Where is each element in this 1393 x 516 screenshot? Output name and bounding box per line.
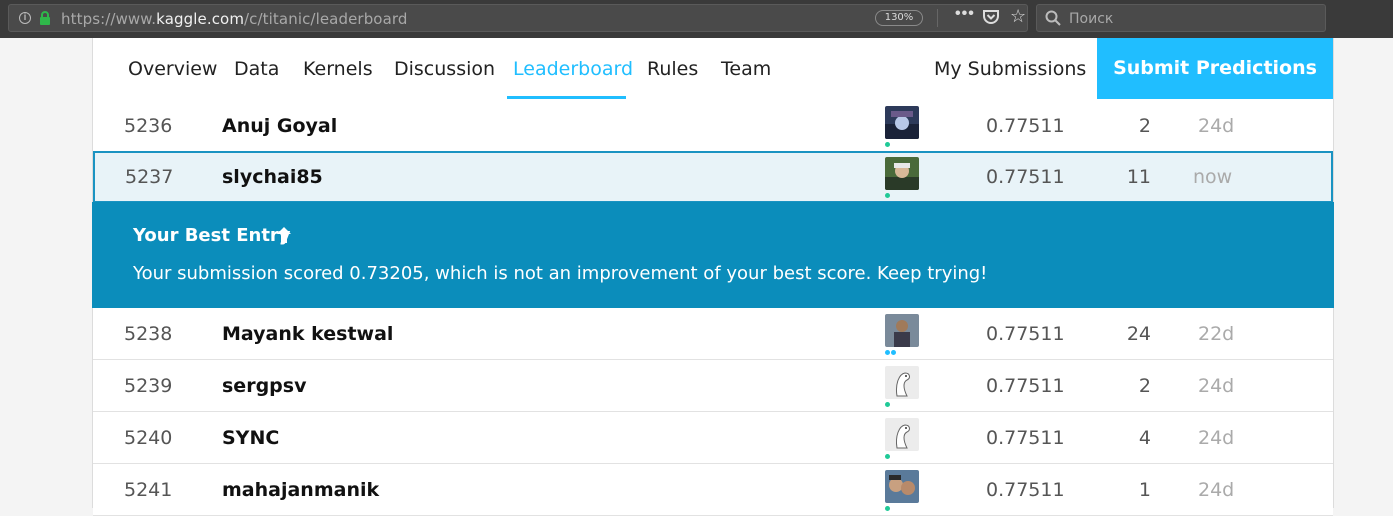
entries-count: 24 [1126,323,1151,345]
leaderboard-row[interactable]: 5239 sergpsv 0.77511 2 24d [93,360,1333,412]
search-icon [1045,10,1061,26]
score: 0.77511 [986,323,1065,345]
leaderboard-row[interactable]: 5241 mahajanmanik 0.77511 1 24d [93,464,1333,516]
leaderboard-row[interactable]: 5236 Anuj Goyal 0.77511 2 24d [93,100,1333,152]
search-placeholder: Поиск [1069,11,1114,27]
address-bar[interactable]: i https://www.kaggle.com/c/titanic/leade… [8,4,1028,32]
tab-overview[interactable]: Overview [128,58,217,80]
banner-message: Your submission scored 0.73205, which is… [133,263,988,284]
browser-toolbar: i https://www.kaggle.com/c/titanic/leade… [0,0,1393,38]
arrow-up-icon [277,227,291,243]
avatar[interactable] [885,106,919,139]
score: 0.77511 [986,115,1065,137]
entries-count: 1 [1138,479,1151,501]
zoom-level-badge[interactable]: 130% [875,10,923,26]
avatar[interactable] [885,314,919,347]
rank: 5240 [124,427,173,449]
entries-count: 2 [1138,375,1151,397]
leaderboard-row[interactable]: 5240 SYNC 0.77511 4 24d [93,412,1333,464]
team-name[interactable]: sergpsv [222,375,306,397]
rank: 5238 [124,323,173,345]
score: 0.77511 [986,427,1065,449]
entries-count: 11 [1126,166,1151,188]
my-submissions-link[interactable]: My Submissions [934,58,1086,80]
url-path: /c/titanic/leaderboard [244,10,408,28]
toolbar-separator [937,9,938,27]
tier-indicator [885,193,890,198]
competition-nav: Overview Data Kernels Discussion Leaderb… [93,38,1333,101]
competition-page: Overview Data Kernels Discussion Leaderb… [92,38,1334,516]
tab-data[interactable]: Data [234,58,279,80]
leaderboard-row[interactable]: 5238 Mayank kestwal 0.77511 24 22d [93,308,1333,360]
rank: 5239 [124,375,173,397]
tier-indicator [885,350,890,355]
team-name[interactable]: Mayank kestwal [222,323,393,345]
last-submission: 22d [1198,323,1235,345]
team-name[interactable]: Anuj Goyal [222,115,337,137]
lock-icon [40,11,50,25]
rank: 5241 [124,479,173,501]
rank: 5237 [125,166,174,188]
tab-discussion[interactable]: Discussion [394,58,495,80]
last-submission: 24d [1198,115,1235,137]
avatar[interactable] [885,157,919,190]
tab-kernels[interactable]: Kernels [303,58,373,80]
tab-leaderboard[interactable]: Leaderboard [513,58,633,80]
url-domain: kaggle.com [156,10,245,28]
url-prefix: https://www. [61,10,157,28]
score: 0.77511 [986,479,1065,501]
info-icon[interactable]: i [19,12,31,24]
score: 0.77511 [986,166,1065,188]
last-submission: 24d [1198,479,1235,501]
team-name[interactable]: mahajanmanik [222,479,379,501]
url-text[interactable]: https://www.kaggle.com/c/titanic/leaderb… [61,10,408,28]
last-submission: 24d [1198,375,1235,397]
team-name[interactable]: SYNC [222,427,279,449]
page-actions-menu-icon[interactable]: ••• [955,5,975,23]
avatar[interactable] [885,418,919,451]
bookmark-star-icon[interactable]: ☆ [1010,6,1026,27]
banner-title: Your Best Entry [133,225,291,246]
tab-team[interactable]: Team [721,58,771,80]
tier-indicator [885,142,890,147]
active-tab-indicator [507,96,626,99]
tier-indicator-secondary [891,350,896,355]
team-name[interactable]: slychai85 [222,166,323,188]
avatar[interactable] [885,366,919,399]
tier-indicator [885,402,890,407]
score: 0.77511 [986,375,1065,397]
pocket-icon[interactable] [983,10,999,25]
tab-rules[interactable]: Rules [647,58,698,80]
last-submission: now [1193,166,1233,188]
my-leaderboard-row[interactable]: 5237 slychai85 0.77511 11 now [93,151,1333,203]
browser-search-field[interactable]: Поиск [1036,4,1326,32]
entries-count: 2 [1138,115,1151,137]
tier-indicator [885,506,890,511]
entries-count: 4 [1138,427,1151,449]
last-submission: 24d [1198,427,1235,449]
avatar[interactable] [885,470,919,503]
best-entry-banner: Your Best Entry Your submission scored 0… [92,202,1334,308]
submit-predictions-button[interactable]: Submit Predictions [1097,38,1333,99]
tier-indicator [885,454,890,459]
rank: 5236 [124,115,173,137]
